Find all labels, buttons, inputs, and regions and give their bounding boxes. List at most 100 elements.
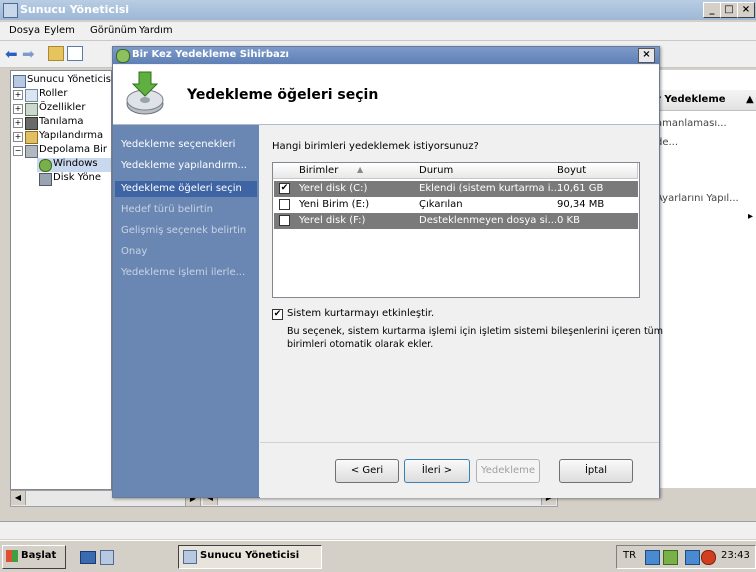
maximize-button[interactable]: □ (720, 2, 738, 18)
show-hide-tree-icon[interactable] (67, 46, 83, 61)
action-item[interactable]: Ayarlarını Yapıl... (656, 193, 739, 204)
dialog-title: Bir Kez Yedekleme Sihirbazı (132, 49, 289, 60)
actions-pane: r Yedekleme ▲ amanlaması... de... Ayarla… (653, 70, 756, 488)
tree-item-label: Depolama Bir (39, 144, 108, 155)
backup-button: Yedekleme (476, 459, 540, 483)
table-row[interactable]: Yeni Birim (E:) Çıkarılan 90,34 MB (274, 197, 638, 213)
window-title: Sunucu Yöneticisi (20, 3, 130, 16)
dialog-titlebar[interactable]: Bir Kez Yedekleme Sihirbazı × (113, 47, 659, 64)
tree-item-diagnostics[interactable]: + Tanılama (13, 116, 111, 130)
tree-item-roles[interactable]: + Roller (13, 88, 111, 102)
expand-plus-icon[interactable]: + (13, 132, 23, 142)
step-backup-options[interactable]: Yedekleme seçenekleri (121, 139, 235, 150)
actions-header[interactable]: r Yedekleme ▲ (654, 90, 756, 111)
tree-item-server-manager[interactable]: Sunucu Yöneticisi (13, 74, 114, 88)
volume-status: Çıkarılan (419, 199, 463, 210)
system-recovery-description-1: Bu seçenek, sistem kurtarma işlemi için … (287, 326, 663, 337)
column-header-status[interactable]: Durum (415, 163, 554, 179)
language-indicator[interactable]: TR (623, 550, 636, 561)
clock[interactable]: 23:43 (721, 550, 750, 561)
collapse-minus-icon[interactable]: − (13, 146, 23, 156)
status-bar (0, 521, 756, 539)
expand-plus-icon[interactable]: + (13, 118, 23, 128)
menu-gorunum[interactable]: Görünüm (90, 25, 137, 36)
system-recovery-checkbox[interactable]: ✔ (272, 309, 283, 320)
up-folder-icon[interactable] (48, 46, 64, 61)
table-row[interactable]: ✔ Yerel disk (C:) Eklendi (sistem kurtar… (274, 181, 638, 197)
collapse-up-icon[interactable]: ▲ (746, 94, 754, 105)
menu-yardim[interactable]: Yardım (139, 25, 173, 36)
tree-item-configuration[interactable]: + Yapılandırma (13, 130, 111, 144)
scroll-left-icon[interactable]: ◀ (11, 491, 26, 505)
tree-item-windows-backup[interactable]: Windows (37, 158, 111, 172)
show-desktop-icon[interactable] (80, 551, 96, 564)
main-titlebar[interactable]: Sunucu Yöneticisi _ □ × (0, 0, 756, 20)
tree-item-storage[interactable]: − Depolama Bir (13, 144, 111, 158)
system-recovery-label[interactable]: Sistem kurtarmayı etkinleştir. (287, 308, 434, 319)
windows-logo-icon (6, 550, 18, 562)
tree-item-label: Tanılama (39, 116, 84, 127)
configuration-icon (25, 131, 38, 144)
expand-plus-icon[interactable]: + (13, 90, 23, 100)
server-manager-icon (183, 550, 197, 564)
server-manager-quicklaunch-icon[interactable] (100, 550, 114, 565)
wizard-icon (116, 49, 130, 63)
taskbar: Başlat Sunucu Yöneticisi TR 23:43 (0, 540, 756, 572)
start-label: Başlat (21, 550, 57, 561)
step-select-backup-items[interactable]: Yedekleme öğeleri seçin (115, 181, 257, 197)
monitor-icon[interactable] (685, 550, 700, 565)
navigation-tree: Sunucu Yöneticisi + Roller + Özellikler … (10, 70, 114, 490)
next-button[interactable]: İleri > (404, 459, 470, 483)
cancel-button[interactable]: İptal (559, 459, 633, 483)
taskbar-item-label: Sunucu Yöneticisi (200, 550, 300, 561)
column-header-label: Birimler (299, 165, 339, 176)
submenu-arrow-icon[interactable]: ▸ (748, 211, 753, 222)
action-center-icon[interactable] (663, 550, 678, 565)
volume-status: Eklendi (sistem kurtarma i... (419, 183, 561, 194)
step-confirmation: Onay (121, 246, 148, 257)
step-label: Yedekleme öğeleri seçin (121, 183, 242, 194)
dialog-header: Yedekleme öğeleri seçin (113, 65, 659, 125)
server-icon (13, 75, 26, 88)
menu-dosya[interactable]: Dosya (9, 25, 40, 36)
network-icon[interactable] (645, 550, 660, 565)
column-header-size[interactable]: Boyut (553, 163, 638, 179)
column-header-volumes[interactable]: Birimler ▲ (273, 163, 416, 179)
table-row[interactable]: Yerel disk (F:) Desteklenmeyen dosya si.… (274, 213, 638, 229)
expand-plus-icon[interactable]: + (13, 104, 23, 114)
volume-checkbox[interactable] (279, 215, 290, 226)
taskbar-item-server-manager[interactable]: Sunucu Yöneticisi (178, 545, 322, 569)
forward-arrow-icon[interactable]: ➡ (22, 45, 35, 63)
volume-name: Yeni Birim (E:) (299, 199, 370, 210)
volumes-question: Hangi birimleri yedeklemek istiyorsunuz? (272, 141, 479, 152)
back-button[interactable]: < Geri (335, 459, 399, 483)
step-advanced-options: Gelişmiş seçenek belirtin (121, 225, 247, 236)
step-backup-progress: Yedekleme işlemi ilerle... (121, 267, 246, 278)
volume-checkbox[interactable] (279, 199, 290, 210)
minimize-button[interactable]: _ (703, 2, 721, 18)
column-header-label: Boyut (557, 165, 587, 176)
step-backup-configuration[interactable]: Yedekleme yapılandırm... (121, 160, 247, 171)
dialog-heading: Yedekleme öğeleri seçin (187, 87, 379, 103)
back-arrow-icon[interactable]: ⬅ (5, 45, 18, 63)
tree-item-features[interactable]: + Özellikler (13, 102, 111, 116)
tree-item-label: Yapılandırma (39, 130, 104, 141)
tree-item-disk-management[interactable]: Disk Yöne (37, 172, 111, 186)
volume-size: 90,34 MB (557, 199, 605, 210)
menu-eylem[interactable]: Eylem (44, 25, 75, 36)
start-button[interactable]: Başlat (2, 545, 66, 569)
close-button[interactable]: × (737, 2, 755, 18)
action-item[interactable]: amanlaması... (656, 118, 727, 129)
roles-icon (25, 89, 38, 102)
features-icon (25, 103, 38, 116)
column-header-label: Durum (419, 165, 454, 176)
wizard-steps-nav: Yedekleme seçenekleri Yedekleme yapıland… (113, 125, 259, 497)
tree-item-label: Disk Yöne (53, 172, 102, 183)
backup-wizard-dialog: Bir Kez Yedekleme Sihirbazı × Yedekleme … (112, 46, 663, 498)
volume-name: Yerel disk (F:) (299, 215, 366, 226)
dialog-close-button[interactable]: × (638, 48, 655, 63)
volume-checkbox-checked[interactable]: ✔ (279, 183, 290, 194)
volume-size: 0 KB (557, 215, 580, 226)
volume-icon[interactable] (701, 550, 716, 565)
server-manager-icon (3, 3, 18, 18)
